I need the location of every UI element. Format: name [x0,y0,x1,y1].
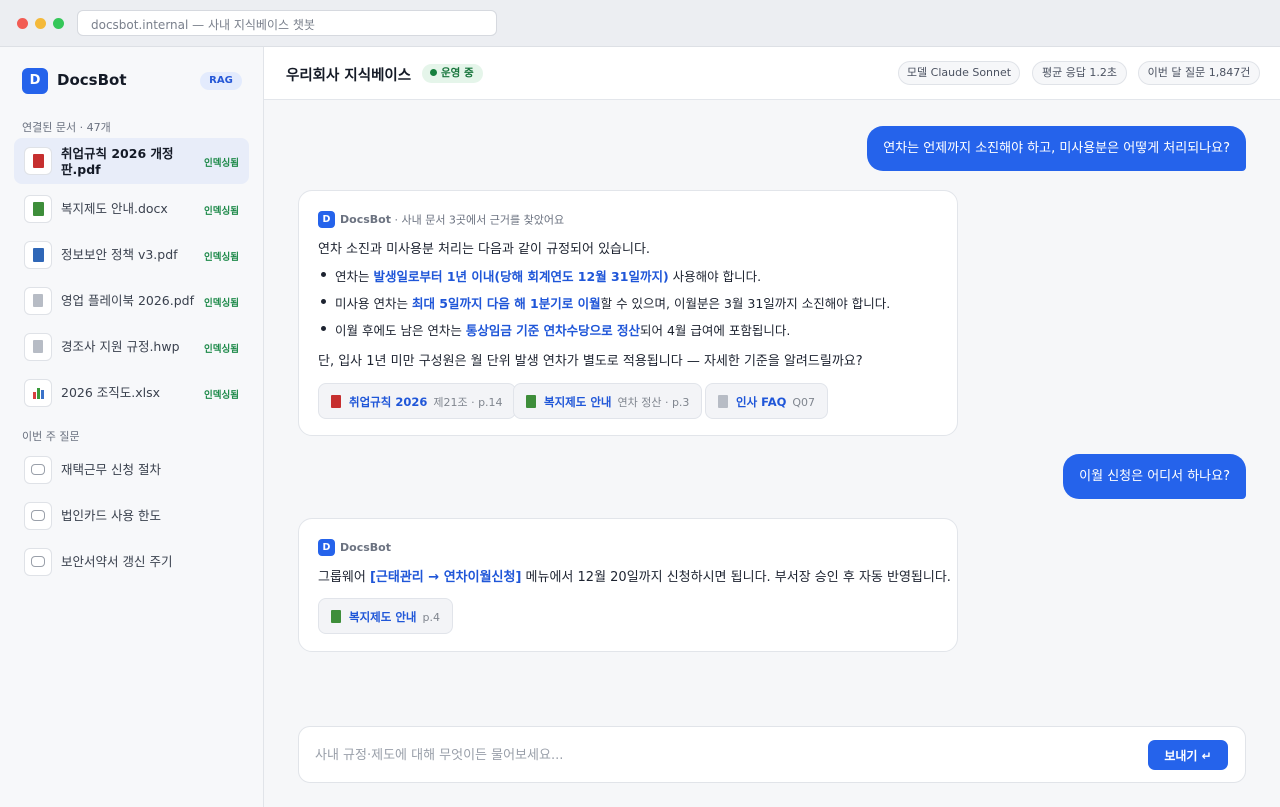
bot-message: D DocsBot · 사내 문서 3곳에서 근거를 찾았어요 연차 소진과 미사… [298,190,958,436]
document-icon [718,395,728,408]
bot-name: DocsBot [340,541,391,554]
chat-bubble-icon [24,548,52,576]
doc-name: 복지제도 안내.docx [61,201,168,216]
answer-text: 그룹웨어 [근태관리 → 연차이월신청] 메뉴에서 12월 20일까지 신청하시… [318,570,951,585]
doc-status-badge: 인덱싱됨 [204,158,239,169]
document-icon [24,287,52,315]
sidebar: D DocsBot RAG 연결된 문서 · 47개 취업규칙 2026 개정판… [0,47,264,807]
doc-item[interactable]: 복지제도 안내.docx 인덱싱됨 [14,186,249,232]
doc-item[interactable]: 경조사 지원 규정.hwp 인덱싱됨 [14,324,249,370]
minimize-window-button[interactable] [35,18,46,29]
main-header: 우리회사 지식베이스 운영 중 모델 Claude Sonnet 평균 응답 1… [264,47,1280,100]
page-title: 우리회사 지식베이스 [286,68,412,84]
doc-name: 2026 조직도.xlsx [61,385,161,400]
message-input[interactable] [315,745,1115,765]
question-count-chip: 이번 달 질문 1,847건 [1138,61,1260,85]
document-icon [24,241,52,269]
bot-message: D DocsBot 그룹웨어 [근태관리 → 연차이월신청] 메뉴에서 12월 2… [298,518,958,652]
app-window: docsbot.internal — 사내 지식베이스 챗봇 D DocsBot… [0,0,1280,807]
brand-logo: D [22,68,48,94]
doc-name: 취업규칙 2026 개정판.pdf [61,146,174,177]
question-item[interactable]: 보안서약서 갱신 주기 [14,539,249,585]
doc-name: 경조사 지원 규정.hwp [61,339,180,354]
address-bar[interactable]: docsbot.internal — 사내 지식베이스 챗봇 [77,10,497,36]
chat-bubble-icon [24,456,52,484]
question-label: 재택근무 신청 절차 [61,462,161,477]
status-badge: 운영 중 [422,64,483,83]
question-label: 보안서약서 갱신 주기 [61,554,173,569]
connected-docs-title: 연결된 문서 · 47개 [22,121,111,134]
document-icon [24,147,52,175]
document-icon [24,333,52,361]
bot-name: DocsBot [340,213,391,226]
maximize-window-button[interactable] [53,18,64,29]
citation-chip[interactable]: 인사 FAQ Q07 [705,383,829,419]
document-icon [331,395,341,408]
answer-bullet: 미사용 연차는 최대 5일까지 다음 해 1분기로 이월할 수 있으며, 이월분… [318,293,890,320]
doc-name: 정보보안 정책 v3.pdf [61,247,178,262]
rag-badge: RAG [200,72,242,90]
doc-item[interactable]: 영업 플레이북 2026.pdf 인덱싱됨 [14,278,249,324]
document-icon [331,610,341,623]
bot-avatar: D [318,211,335,228]
chat-bubble-icon [24,502,52,530]
document-icon [526,395,536,408]
question-label: 법인카드 사용 한도 [61,508,161,523]
model-chip: 모델 Claude Sonnet [898,61,1020,85]
doc-status-badge: 인덱싱됨 [204,344,239,355]
title-bar: docsbot.internal — 사내 지식베이스 챗봇 [0,0,1280,47]
answer-bullet: 연차는 발생일로부터 1년 이내(당해 회계연도 12월 31일까지) 사용해야… [318,266,890,293]
brand-name: DocsBot [57,71,127,89]
doc-status-badge: 인덱싱됨 [204,206,239,217]
source-note: · 사내 문서 3곳에서 근거를 찾았어요 [390,213,565,227]
answer-bullet: 이월 후에도 남은 연차는 통상임금 기준 연차수당으로 정산되어 4월 급여에… [318,320,890,347]
doc-status-badge: 인덱싱됨 [204,298,239,309]
bot-message-header: D DocsBot · 사내 문서 3곳에서 근거를 찾았어요 [318,209,565,228]
document-icon [24,195,52,223]
latency-chip: 평균 응답 1.2초 [1032,61,1127,85]
close-window-button[interactable] [17,18,28,29]
answer-intro: 연차 소진과 미사용분 처리는 다음과 같이 규정되어 있습니다. [318,242,651,257]
bot-avatar: D [318,539,335,556]
message-composer: 보내기 ↵ [298,726,1246,783]
question-item[interactable]: 재택근무 신청 절차 [14,447,249,493]
doc-item[interactable]: 취업규칙 2026 개정판.pdf 인덱싱됨 [14,138,249,184]
citation-chip[interactable]: 취업규칙 2026 제21조 · p.14 [318,383,516,419]
question-item[interactable]: 법인카드 사용 한도 [14,493,249,539]
doc-item[interactable]: 2026 조직도.xlsx 인덱싱됨 [14,370,249,416]
user-message: 연차는 언제까지 소진해야 하고, 미사용분은 어떻게 처리되나요? [867,126,1246,171]
doc-status-badge: 인덱싱됨 [204,390,239,401]
citation-chip[interactable]: 복지제도 안내 p.4 [318,598,453,634]
doc-name: 영업 플레이북 2026.pdf [61,293,195,308]
weekly-questions-title: 이번 주 질문 [22,430,80,443]
citation-chip[interactable]: 복지제도 안내 연차 정산 · p.3 [513,383,703,419]
send-button[interactable]: 보내기 ↵ [1148,740,1228,770]
bot-message-header: D DocsBot [318,537,391,556]
answer-outro: 단, 입사 1년 미만 구성원은 월 단위 발생 연차가 별도로 적용됩니다 —… [318,354,863,369]
doc-status-badge: 인덱싱됨 [204,252,239,263]
user-message: 이월 신청은 어디서 하나요? [1063,454,1246,499]
answer-bullets: 연차는 발생일로부터 1년 이내(당해 회계연도 12월 31일까지) 사용해야… [318,266,890,347]
doc-item[interactable]: 정보보안 정책 v3.pdf 인덱싱됨 [14,232,249,278]
spreadsheet-chart-icon [24,379,52,407]
